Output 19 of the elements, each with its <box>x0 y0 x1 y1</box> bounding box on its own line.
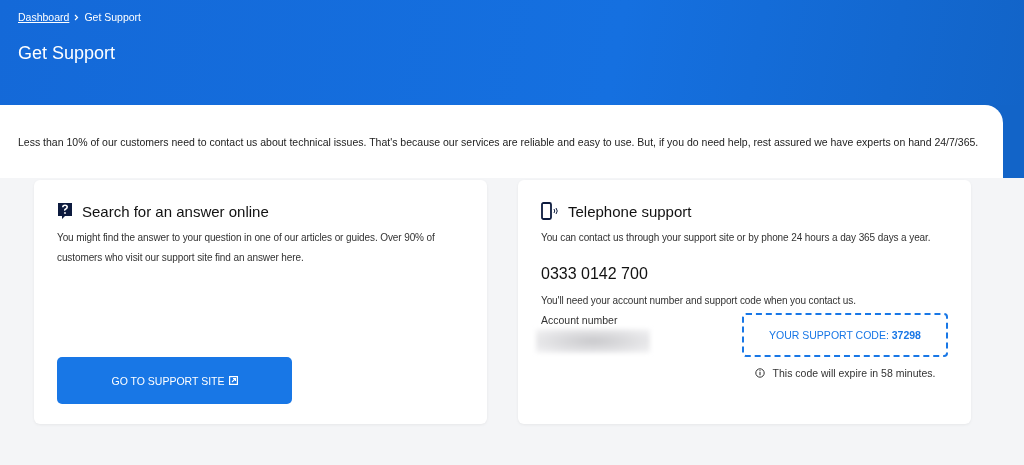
card-text: You might find the answer to your question in one of our articles or guides. Over 90% of customers who visit our support site find an answer here. <box>57 231 436 265</box>
breadcrumb-separator-icon <box>74 13 80 21</box>
info-icon <box>754 368 765 378</box>
support-code: YOUR SUPPORT CODE: 37298 <box>769 329 921 341</box>
question-icon <box>57 202 73 220</box>
expiry-text: This code will expire in 58 minutes. <box>772 367 936 379</box>
page-title: Get Support <box>18 43 117 64</box>
account-label: Account number <box>541 314 619 326</box>
intro-text: Less than 10% of our customers need to contact us about technical issues. That's because our services are reliable and easy to use. But, if you do need help, rest assured we have experts on hand 24/7/365. <box>18 136 980 148</box>
card-title: Search for an answer online <box>82 202 269 220</box>
card-text: You'll need your account number and support code when you contact us. <box>541 294 857 308</box>
card-title: Telephone support <box>568 202 692 220</box>
phone-icon <box>541 202 559 220</box>
support-site-button[interactable]: GO TO SUPPORT SITE <box>57 357 292 404</box>
external-link-icon <box>228 376 238 385</box>
phone-number: 0333 0142 700 <box>541 265 649 283</box>
card-text: You can contact us through your support site or by phone 24 hours a day 365 days a year. <box>541 231 932 245</box>
breadcrumb-current: Get Support <box>84 11 141 23</box>
breadcrumb-link[interactable]: Dashboard <box>18 11 70 23</box>
